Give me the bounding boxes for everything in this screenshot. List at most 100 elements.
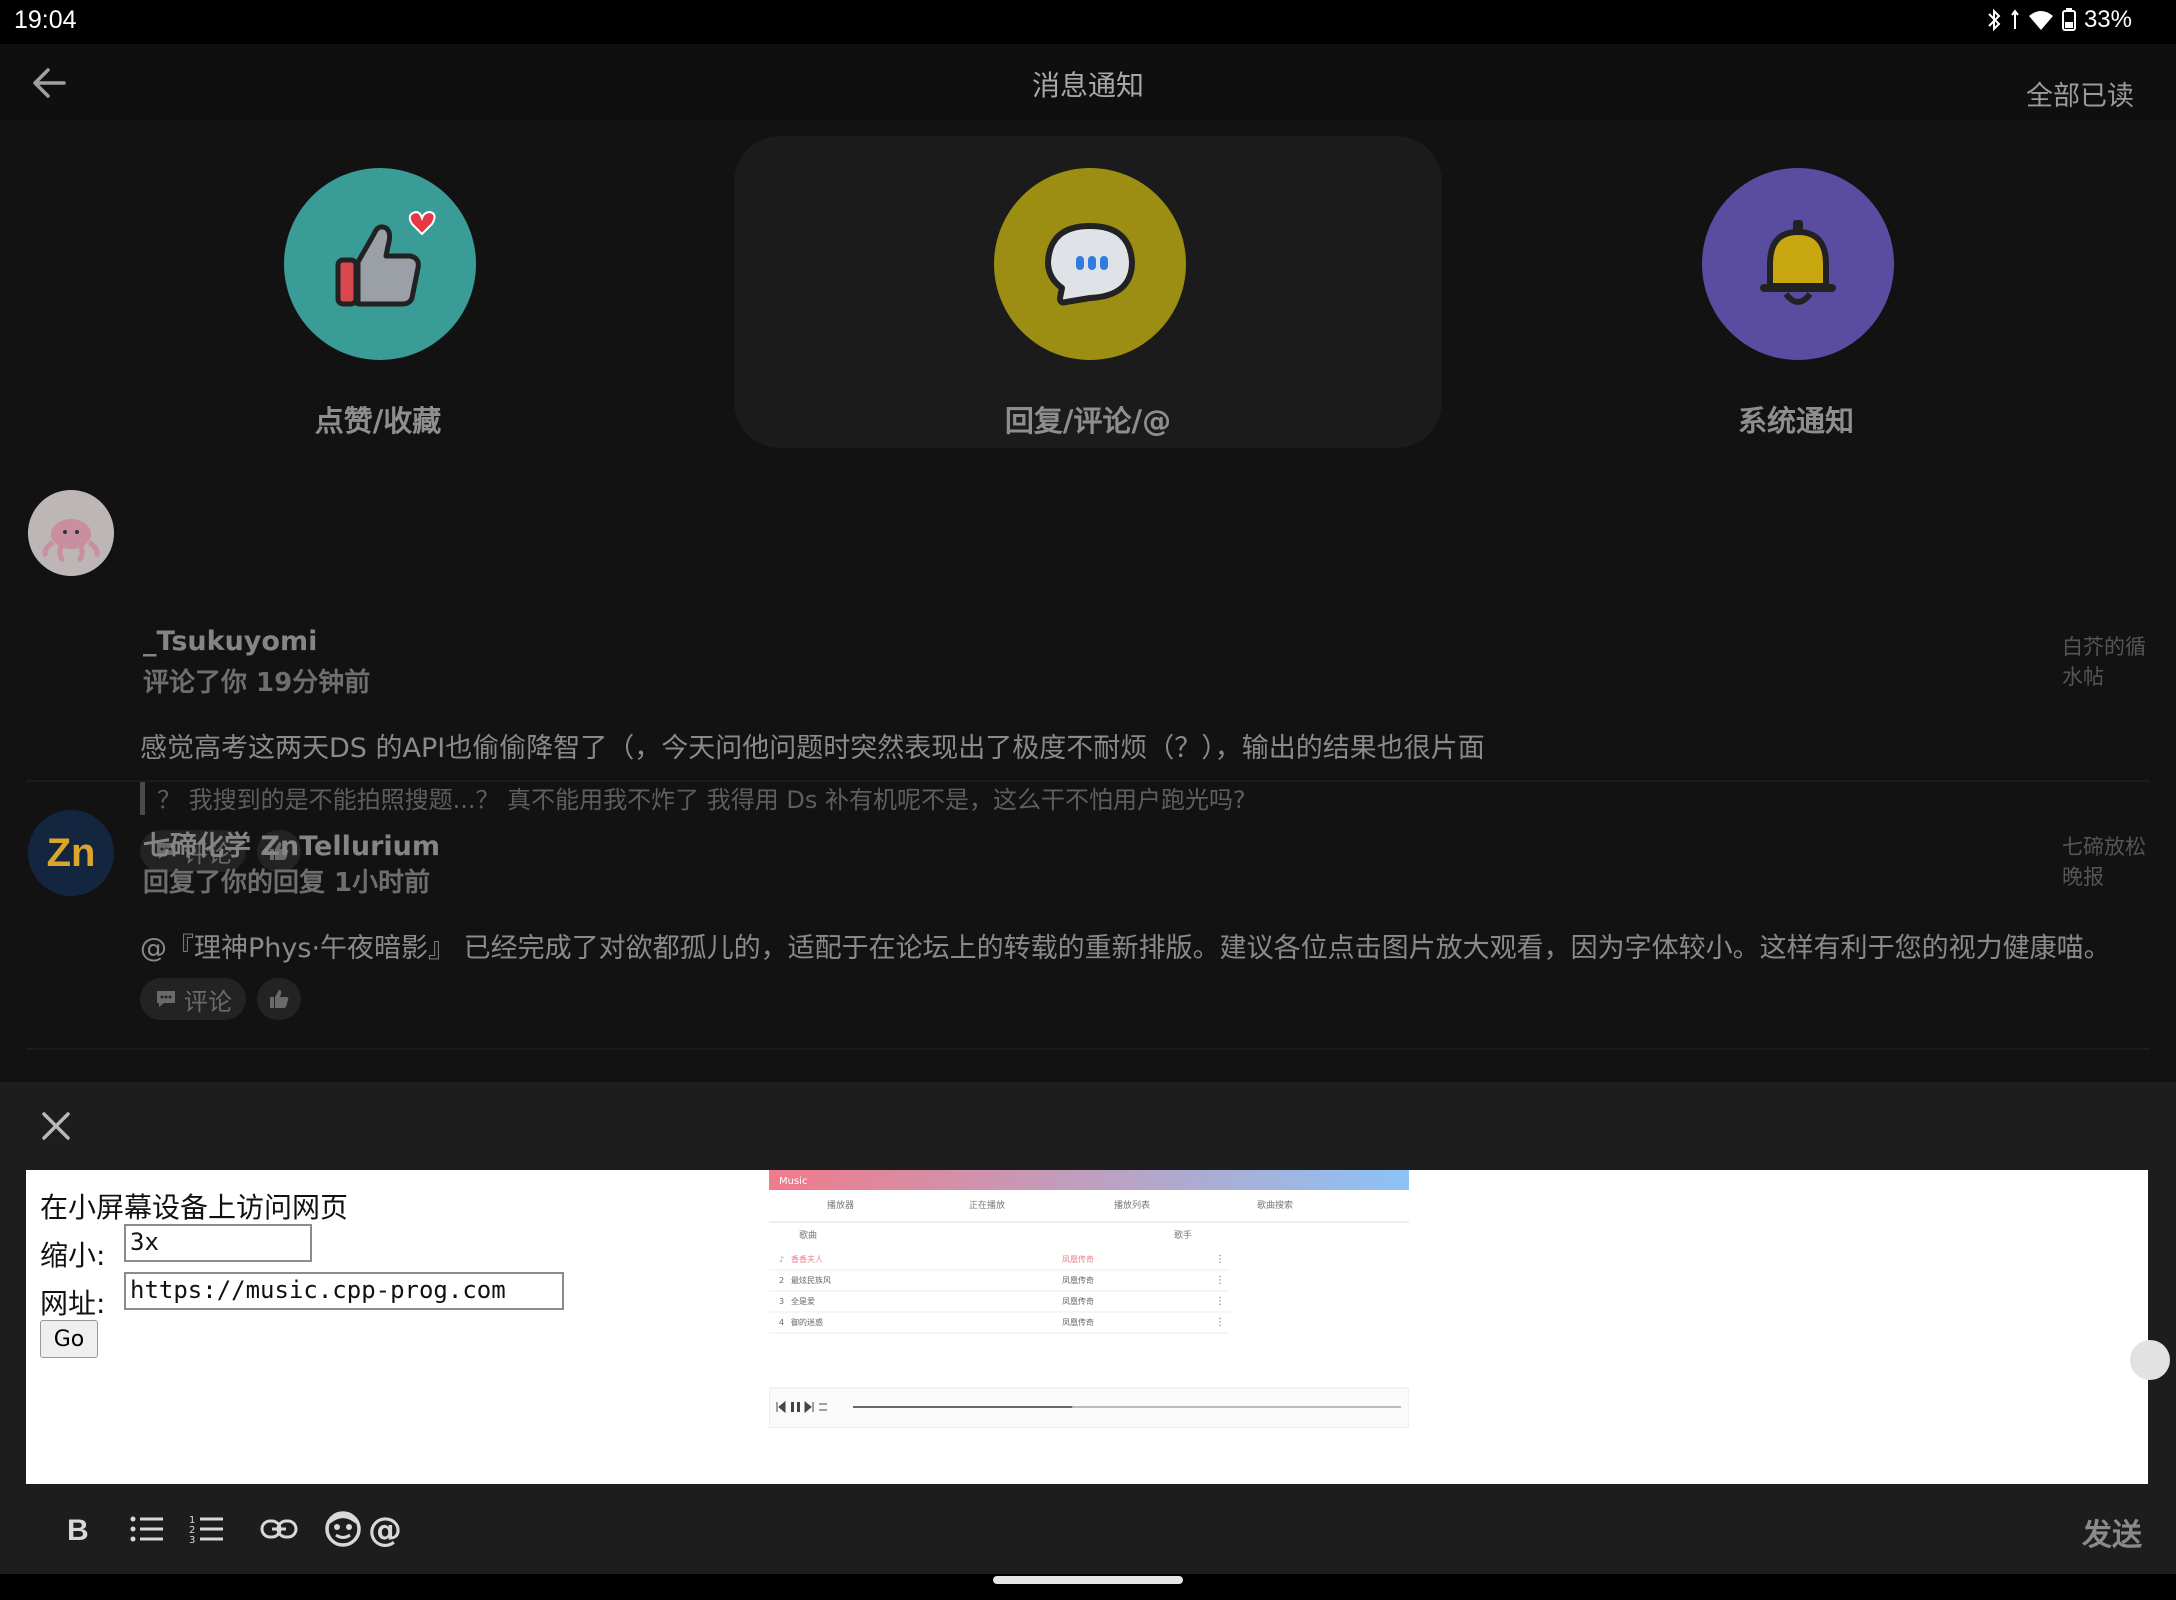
like-button[interactable] — [257, 978, 301, 1020]
home-gesture-handle[interactable] — [993, 1576, 1183, 1584]
preview-tab: 歌曲搜索 — [1257, 1199, 1293, 1211]
replies-circle — [994, 168, 1186, 360]
avatar-text: Zn — [47, 831, 96, 875]
send-button[interactable]: 发送 — [2082, 1510, 2142, 1554]
category-likes-label: 点赞/收藏 — [314, 404, 442, 438]
category-replies-label: 回复/评论/@ — [1004, 404, 1172, 438]
bold-button[interactable]: B — [54, 1506, 100, 1552]
preview-row-artist: 凤凰传奇 — [1062, 1275, 1094, 1285]
status-time: 19:04 — [14, 6, 77, 34]
shrink-label: 缩小: — [40, 1239, 106, 1272]
music-app-preview-image[interactable]: Music 播放器 正在播放 播放列表 歌曲搜索 歌曲 歌手 ♪ 香香夫人 凤凰传奇 ⋮2 最… — [769, 1170, 1409, 1428]
avatar[interactable]: Zn — [28, 810, 114, 896]
preview-tab: 正在播放 — [969, 1199, 1005, 1211]
preview-row-number: 2 — [779, 1276, 784, 1285]
notification-username[interactable]: _Tsukuyomi — [143, 626, 317, 657]
avatar[interactable] — [28, 490, 114, 576]
notifications-page: 点赞/收藏 回复/评论/@ 系统通知 _Tsukuyomi 评论了你 19分钟前… — [0, 120, 2176, 1082]
at-sign-icon: @ — [368, 1510, 402, 1548]
preview-row-artist: 凤凰传奇 — [1062, 1296, 1094, 1306]
preview-column-song: 歌曲 — [799, 1229, 817, 1241]
zn-avatar-icon: Zn — [28, 810, 114, 896]
editor-toolbar: B 123 @ 发送 — [0, 1484, 2176, 1574]
svg-text:B: B — [67, 1514, 89, 1545]
preview-row-song: 全是爱 — [791, 1296, 815, 1306]
preview-row-song: 御的迷惑 — [791, 1317, 823, 1327]
bold-icon: B — [67, 1514, 89, 1545]
battery-icon — [2061, 8, 2076, 31]
preview-row-artist: 凤凰传奇 — [1062, 1317, 1094, 1327]
link-icon — [260, 1519, 298, 1539]
comment-button[interactable]: 评论 — [140, 978, 246, 1020]
close-icon[interactable] — [38, 1108, 74, 1144]
preview-row-song: 香香夫人 — [791, 1254, 823, 1264]
url-input[interactable]: https://music.cpp-prog.com — [124, 1272, 564, 1310]
system-nav-bar — [0, 1574, 2176, 1600]
editor-container: 在小屏幕设备上访问网页 缩小: 3x 网址: https://music.cpp… — [0, 1168, 2176, 1484]
svg-text:3: 3 — [189, 1535, 195, 1545]
bullet-list-button[interactable] — [124, 1506, 170, 1552]
chat-bubble-icon — [1045, 223, 1135, 306]
more-options-icon: ⋮ — [1215, 1296, 1225, 1307]
comment-label: 评论 — [184, 987, 232, 1016]
preview-row-number: 4 — [779, 1318, 784, 1327]
chat-icon — [157, 991, 175, 1007]
octopus-avatar-icon — [28, 490, 114, 576]
preview-column-artist: 歌手 — [1174, 1229, 1192, 1241]
category-replies[interactable]: 回复/评论/@ — [734, 136, 1442, 448]
preview-row-number: 3 — [779, 1297, 784, 1306]
app-header: 消息通知 全部已读 — [0, 44, 2176, 120]
reply-editor[interactable]: 在小屏幕设备上访问网页 缩小: 3x 网址: https://music.cpp… — [26, 1170, 2170, 1484]
svg-text:@: @ — [368, 1510, 402, 1548]
bullet-list-icon — [130, 1516, 163, 1542]
divider — [26, 780, 2150, 782]
category-system[interactable]: 系统通知 — [1442, 136, 2150, 448]
bluetooth-icon — [1988, 8, 2001, 32]
notification-meta: 回复了你的回复 1小时前 — [143, 868, 431, 898]
battery-percent: 33% — [2083, 6, 2132, 33]
notification-quote: ？ 我搜到的是不能拍照搜题...？ 真不能用我不炸了 我得用 Ds 补有机呢不是… — [140, 780, 1246, 815]
link-button[interactable] — [256, 1506, 302, 1552]
mention-button[interactable]: @ — [362, 1506, 408, 1552]
data-transfer-icon — [2011, 9, 2019, 29]
category-system-label: 系统通知 — [1737, 404, 1854, 438]
bell-icon — [1760, 220, 1836, 305]
compose-header — [0, 1082, 2176, 1168]
url-label: 网址: — [40, 1287, 106, 1320]
emoji-icon — [325, 1511, 361, 1547]
notification-text[interactable]: 感觉高考这两天DS 的API也偷偷降智了（，今天问他问题时突然表现出了极度不耐烦… — [140, 726, 1485, 765]
preview-tab: 播放器 — [827, 1199, 854, 1211]
emoji-button[interactable] — [320, 1506, 366, 1552]
notification-username[interactable]: 七碲化学 ZnTellurium — [143, 824, 440, 863]
notification-meta: 评论了你 19分钟前 — [143, 668, 371, 698]
thumbs-up-heart-icon — [335, 210, 436, 307]
system-circle — [1702, 168, 1894, 360]
notification-post-link[interactable]: 七碲放松晚报 — [2062, 832, 2146, 892]
likes-circle — [284, 168, 476, 360]
wifi-icon — [2028, 11, 2053, 30]
more-options-icon: ⋮ — [1215, 1317, 1225, 1328]
notification-text[interactable]: @『理神Phys·午夜暗影』 已经完成了对欲都孤儿的，适配于在论坛上的转载的重新… — [140, 926, 2111, 965]
mark-all-read-button[interactable]: 全部已读 — [2026, 74, 2134, 113]
thumbs-up-icon — [270, 990, 289, 1008]
more-options-icon: ⋮ — [1215, 1275, 1225, 1286]
preview-row-number: ♪ — [779, 1255, 784, 1264]
page-title: 消息通知 — [1031, 69, 1144, 102]
preview-titlebar — [769, 1170, 1409, 1190]
category-likes[interactable]: 点赞/收藏 — [24, 136, 732, 448]
preview-row-artist: 凤凰传奇 — [1062, 1254, 1094, 1264]
divider — [26, 1048, 2150, 1050]
numbered-list-icon: 123 — [189, 1515, 223, 1545]
go-button[interactable]: Go — [40, 1320, 98, 1358]
numbered-list-button[interactable]: 123 — [184, 1506, 230, 1552]
status-bar: 19:04 33% — [0, 0, 2176, 44]
editor-heading: 在小屏幕设备上访问网页 — [40, 1191, 349, 1224]
more-options-icon: ⋮ — [1215, 1254, 1225, 1265]
preview-row-song: 最炫民族风 — [791, 1275, 831, 1285]
shrink-input[interactable]: 3x — [124, 1224, 312, 1262]
status-icons: 33% — [1986, 6, 2132, 34]
notification-post-link[interactable]: 白芥的循水帖 — [2062, 632, 2146, 692]
preview-tab: 播放列表 — [1114, 1199, 1150, 1211]
scroll-handle[interactable] — [2130, 1340, 2170, 1380]
preview-app-title: Music — [779, 1176, 807, 1187]
